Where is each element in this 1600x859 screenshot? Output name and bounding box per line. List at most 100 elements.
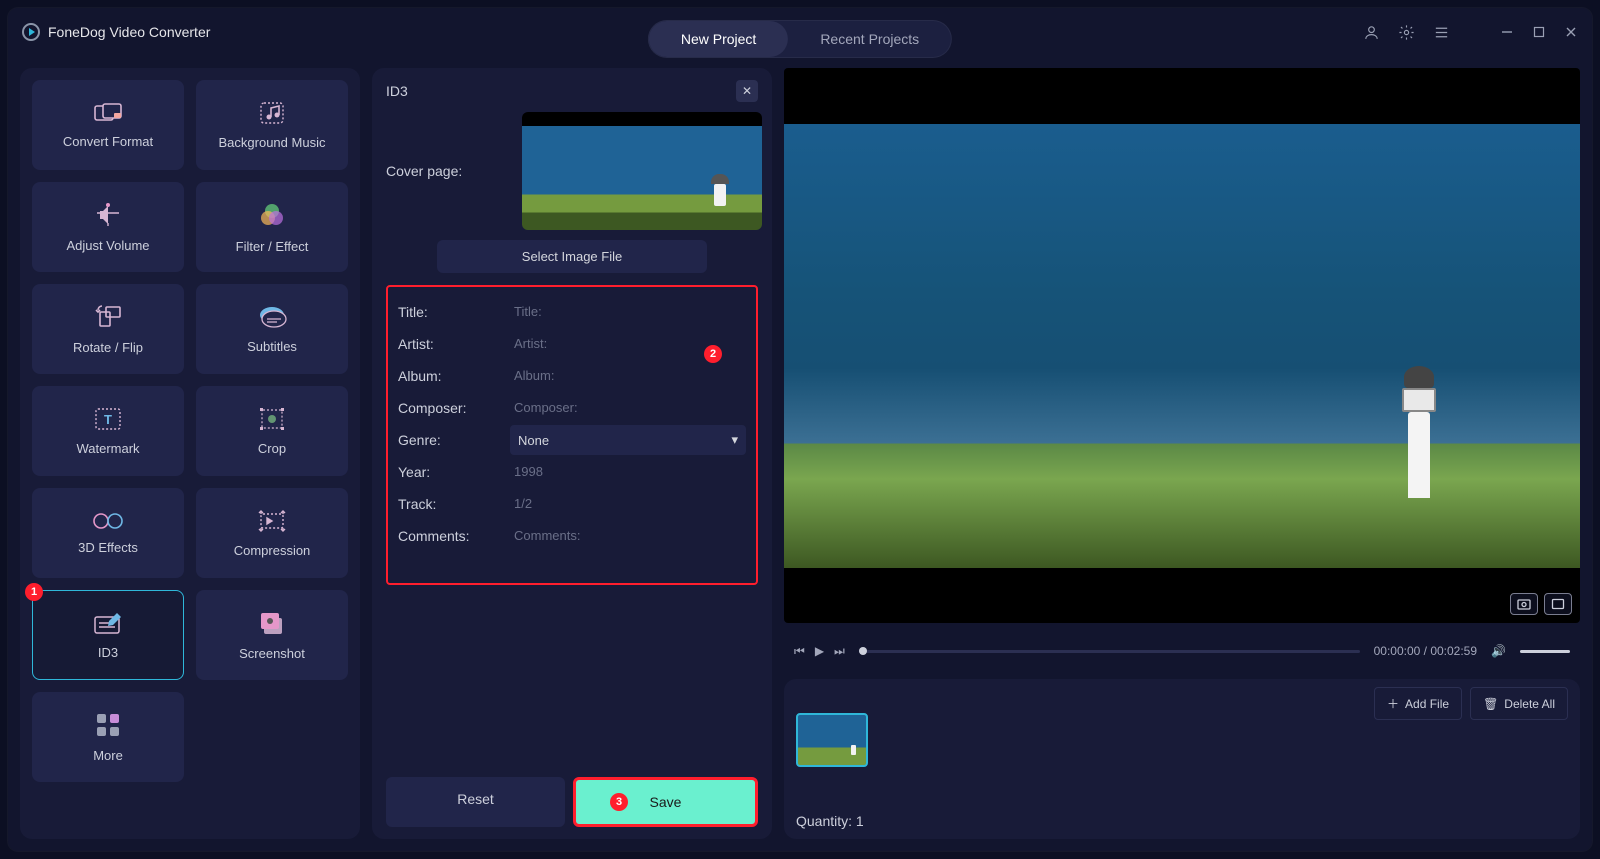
menu-icon[interactable]: [1433, 24, 1450, 41]
reset-button[interactable]: Reset: [386, 777, 565, 827]
composer-label: Composer:: [398, 400, 500, 416]
tool-label: 3D Effects: [78, 540, 138, 555]
delete-all-label: Delete All: [1504, 697, 1555, 711]
tool-label: Watermark: [76, 441, 139, 456]
track-label: Track:: [398, 496, 500, 512]
tool-label: Background Music: [219, 135, 326, 150]
project-tabs: New Project Recent Projects: [648, 20, 952, 58]
year-input[interactable]: [510, 457, 746, 487]
video-preview: [784, 68, 1580, 623]
music-icon: [259, 101, 285, 125]
tool-label: Screenshot: [239, 646, 305, 661]
play-button[interactable]: ▶: [815, 644, 824, 659]
cover-thumbnail: [522, 112, 762, 230]
time-display: 00:00:00 / 00:02:59: [1374, 644, 1477, 658]
plus-icon: ＋: [1387, 695, 1399, 712]
svg-text:T: T: [104, 412, 112, 427]
tool-watermark[interactable]: T Watermark: [32, 386, 184, 476]
year-label: Year:: [398, 464, 500, 480]
title-label: Title:: [398, 304, 500, 320]
add-file-button[interactable]: ＋ Add File: [1374, 687, 1462, 720]
composer-input[interactable]: [510, 393, 746, 423]
maximize-button[interactable]: [1532, 25, 1546, 39]
subtitles-icon: [257, 305, 287, 329]
id3-icon: [93, 611, 123, 635]
glasses-icon: [92, 512, 124, 530]
tool-sidebar: Convert Format Background Music Adjust V…: [20, 68, 360, 839]
volume-icon: [94, 202, 122, 228]
cover-page-label: Cover page:: [386, 163, 476, 179]
tool-id3[interactable]: 1ID3: [32, 590, 184, 680]
annotation-badge-1: 1: [25, 583, 43, 601]
chevron-down-icon: ▾: [731, 432, 738, 448]
tool-filter-effect[interactable]: Filter / Effect: [196, 182, 348, 272]
tool-screenshot[interactable]: Screenshot: [196, 590, 348, 680]
genre-value: None: [518, 433, 549, 448]
tool-compression[interactable]: Compression: [196, 488, 348, 578]
fullscreen-button[interactable]: [1544, 593, 1572, 615]
trash-icon: 🗑: [1483, 697, 1498, 711]
filter-icon: [258, 201, 286, 229]
crop-icon: [258, 407, 286, 431]
tab-recent-projects[interactable]: Recent Projects: [788, 21, 951, 57]
seek-bar[interactable]: [859, 650, 1360, 653]
more-icon: [95, 712, 121, 738]
genre-label: Genre:: [398, 432, 500, 448]
tool-background-music[interactable]: Background Music: [196, 80, 348, 170]
minimize-button[interactable]: [1500, 25, 1514, 39]
track-input[interactable]: [510, 489, 746, 519]
tool-label: Adjust Volume: [66, 238, 149, 253]
genre-select[interactable]: None ▾: [510, 425, 746, 455]
tool-subtitles[interactable]: Subtitles: [196, 284, 348, 374]
tool-rotate-flip[interactable]: Rotate / Flip: [32, 284, 184, 374]
save-button[interactable]: 3Save: [573, 777, 758, 827]
title-input[interactable]: [510, 297, 746, 327]
tool-label: Convert Format: [63, 134, 153, 149]
tool-more[interactable]: More: [32, 692, 184, 782]
tool-label: Compression: [234, 543, 311, 558]
tool-3d-effects[interactable]: 3D Effects: [32, 488, 184, 578]
snapshot-button[interactable]: [1510, 593, 1538, 615]
player-bar: ⏮ ▶ ⏭ 00:00:00 / 00:02:59 🔊: [784, 633, 1580, 669]
id3-panel-title: ID3: [386, 83, 408, 99]
delete-all-button[interactable]: 🗑 Delete All: [1470, 687, 1568, 720]
select-image-button[interactable]: Select Image File: [437, 240, 707, 273]
volume-slider[interactable]: [1520, 650, 1570, 653]
right-panel: ⏮ ▶ ⏭ 00:00:00 / 00:02:59 🔊 ＋ Add File 🗑 D…: [784, 68, 1580, 839]
screenshot-icon: [258, 610, 286, 636]
app-window: FoneDog Video Converter New Project Rece…: [8, 8, 1592, 851]
save-label: Save: [650, 794, 682, 810]
settings-icon[interactable]: [1398, 24, 1415, 41]
title-controls: [1363, 24, 1578, 41]
convert-icon: [93, 102, 123, 124]
logo-icon: [22, 23, 40, 41]
file-thumbnail[interactable]: [796, 713, 868, 767]
close-window-button[interactable]: [1564, 25, 1578, 39]
lighthouse-graphic: [1390, 358, 1440, 498]
artist-label: Artist:: [398, 336, 500, 352]
id3-form: 2 Title: Artist: Album: Composer: Genre:…: [386, 285, 758, 585]
tool-label: Rotate / Flip: [73, 340, 143, 355]
compress-icon: [258, 509, 286, 533]
app-title: FoneDog Video Converter: [48, 24, 210, 40]
rotate-icon: [94, 304, 122, 330]
user-icon[interactable]: [1363, 24, 1380, 41]
comments-input[interactable]: [510, 521, 746, 551]
app-logo: FoneDog Video Converter: [22, 23, 210, 41]
titlebar: FoneDog Video Converter New Project Rece…: [8, 8, 1592, 56]
volume-icon[interactable]: 🔊: [1491, 644, 1506, 658]
tool-label: Filter / Effect: [236, 239, 309, 254]
skip-back-button[interactable]: ⏮: [794, 644, 805, 659]
tool-convert-format[interactable]: Convert Format: [32, 80, 184, 170]
album-input[interactable]: [510, 361, 746, 391]
album-label: Album:: [398, 368, 500, 384]
id3-panel: ID3 ✕ Cover page: Select Image File 2 Ti…: [372, 68, 772, 839]
tool-adjust-volume[interactable]: Adjust Volume: [32, 182, 184, 272]
tab-new-project[interactable]: New Project: [649, 21, 788, 57]
skip-forward-button[interactable]: ⏭: [834, 644, 845, 659]
annotation-badge-2: 2: [704, 345, 722, 363]
close-panel-button[interactable]: ✕: [736, 80, 758, 102]
tool-crop[interactable]: Crop: [196, 386, 348, 476]
add-file-label: Add File: [1405, 697, 1449, 711]
tool-label: ID3: [98, 645, 118, 660]
